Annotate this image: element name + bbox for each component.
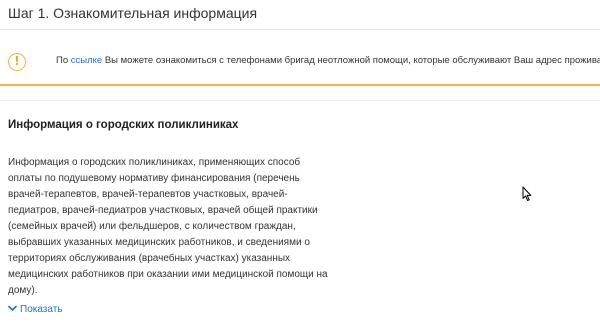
chevron-down-icon (8, 305, 17, 311)
exclamation-icon: ! (8, 53, 26, 71)
section-divider (0, 100, 600, 101)
notice-prefix: По (56, 55, 71, 66)
show-more-button[interactable]: Показать (8, 303, 63, 317)
section-title: Информация о городских поликлиниках (8, 119, 239, 131)
step-header: Шаг 1. Ознакомительная информация (8, 4, 600, 30)
header-divider (0, 29, 600, 30)
show-more-label: Показать (20, 304, 63, 315)
section-body: Информация о городских поликлиниках, при… (8, 157, 328, 296)
step-title: Шаг 1. Ознакомительная информация (8, 5, 258, 21)
notice-suffix: Вы можете ознакомиться с телефонами бриг… (102, 55, 600, 66)
mouse-pointer-icon (522, 186, 532, 201)
notice-text: По ссылке Вы можете ознакомиться с телеф… (56, 55, 600, 67)
notice-link[interactable]: ссылке (71, 55, 102, 66)
notice-banner: ! По ссылке Вы можете ознакомиться с тел… (0, 43, 600, 86)
